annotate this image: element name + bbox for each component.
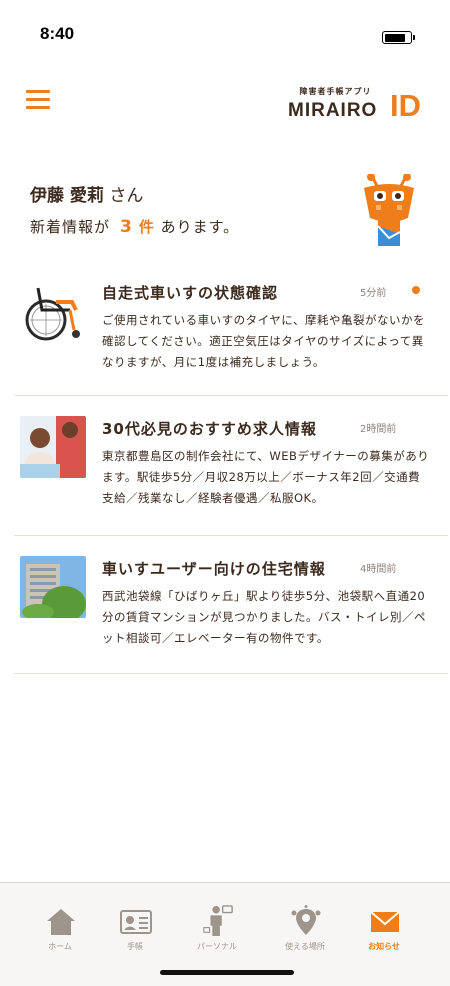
- notification-time: 4時間前: [360, 564, 397, 575]
- tab-label: 使える場所: [285, 942, 325, 951]
- hamburger-menu-icon[interactable]: [26, 90, 52, 114]
- notification-list: 自走式車いすの状態確認 5分前 ご使用されている車いすのタイヤに、摩耗や亀裂がな…: [14, 264, 448, 674]
- mail-icon: [370, 911, 400, 932]
- home-icon: [47, 909, 75, 935]
- tab-personal[interactable]: パーソナル: [172, 883, 262, 957]
- notification-title: 車いすユーザー向けの住宅情報: [102, 560, 326, 578]
- notification-title: 自走式車いすの状態確認: [102, 284, 279, 302]
- notification-time: 5分前: [360, 288, 387, 299]
- brand-mark: ID: [390, 88, 421, 123]
- brand-subtitle: 障害者手帳アプリ: [299, 87, 372, 96]
- tab-label: お知らせ: [368, 942, 400, 951]
- tab-notices[interactable]: お知らせ: [339, 883, 429, 957]
- notification-item[interactable]: 自走式車いすの状態確認 5分前 ご使用されている車いすのタイヤに、摩耗や亀裂がな…: [14, 264, 448, 396]
- status-time: 8:40: [40, 24, 75, 43]
- person-icon: [203, 905, 233, 937]
- unread-dot: [412, 286, 420, 294]
- notification-body: 東京都豊島区の制作会社にて、WEBデザイナーの募集があります。駅徒歩5分／月収2…: [102, 449, 430, 505]
- home-indicator: [160, 970, 294, 975]
- brand-logo: 障害者手帳アプリ MIRAIRO ID: [288, 86, 430, 136]
- user-name: 伊藤 愛莉: [30, 186, 104, 206]
- giraffe-mascot-icon: [364, 174, 414, 246]
- greeting-suffix: あります。: [160, 218, 240, 236]
- id-card-icon: [120, 910, 152, 934]
- greeting: 伊藤 愛莉 さん 新着情報が 3 件 あります。: [30, 184, 350, 237]
- brand-name: MIRAIRO: [288, 100, 378, 121]
- status-bar: 8:40: [0, 0, 450, 64]
- office-workers-thumbnail: [20, 416, 86, 478]
- wheelchair-thumbnail: [20, 280, 86, 342]
- notification-item[interactable]: 30代必見のおすすめ求人情報 2時間前 東京都豊島区の制作会社にて、WEBデザイ…: [14, 396, 448, 536]
- location-pin-icon: [291, 905, 321, 935]
- new-count: 3: [120, 217, 133, 237]
- tab-handbook[interactable]: 手帳: [90, 883, 180, 957]
- tab-label: 手帳: [127, 942, 143, 951]
- tab-places[interactable]: 使える場所: [260, 883, 350, 957]
- notification-item[interactable]: 車いすユーザー向けの住宅情報 4時間前 西武池袋線「ひばりヶ丘」駅より徒歩5分、…: [14, 536, 448, 674]
- honorific: さん: [109, 186, 144, 206]
- greeting-prefix: 新着情報が: [30, 218, 111, 236]
- battery-icon: [382, 31, 412, 44]
- count-counter: 件: [138, 218, 155, 236]
- apartment-thumbnail: [20, 556, 86, 618]
- notification-body: 西武池袋線「ひばりヶ丘」駅より徒歩5分、池袋駅へ直通20分の賃貸マンションが見つ…: [102, 589, 426, 645]
- notification-title: 30代必見のおすすめ求人情報: [102, 420, 317, 438]
- notification-time: 2時間前: [360, 424, 397, 435]
- tab-label: パーソナル: [197, 942, 237, 951]
- app-header: 障害者手帳アプリ MIRAIRO ID: [0, 76, 450, 136]
- battery-cap: [412, 35, 415, 40]
- notification-body: ご使用されている車いすのタイヤに、摩耗や亀裂がないかを確認してください。適正空気…: [102, 313, 425, 369]
